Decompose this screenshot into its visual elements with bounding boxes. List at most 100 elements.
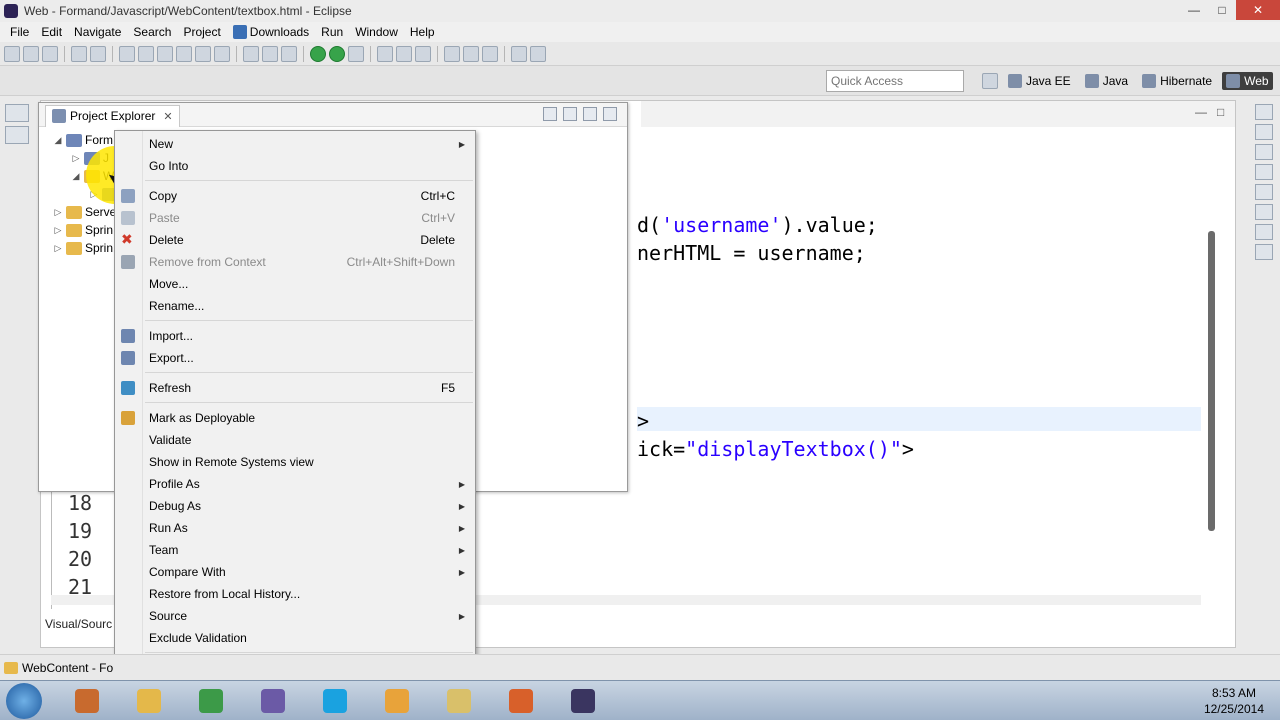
taskbar-explorer-button[interactable] xyxy=(434,684,484,718)
menu-item-team[interactable]: Team ▶ xyxy=(115,539,475,561)
prev-edit-icon[interactable] xyxy=(463,45,479,62)
maximize-button[interactable]: □ xyxy=(1208,0,1236,20)
visual-source-tab[interactable]: Visual/Sourc xyxy=(45,617,112,631)
menu-item-validate[interactable]: Validate xyxy=(115,429,475,451)
perspective-hibernate[interactable]: Hibernate xyxy=(1138,72,1216,90)
restore-button-3[interactable] xyxy=(1255,224,1273,240)
search-icon[interactable] xyxy=(281,45,297,62)
quick-access-input[interactable] xyxy=(826,70,964,92)
tree-item[interactable]: ▷ Sprin xyxy=(53,239,121,257)
tree-item[interactable]: ▷ Sprin xyxy=(53,221,121,239)
menu-window[interactable]: Window xyxy=(349,25,404,39)
expanded-arrow-icon[interactable]: ◢ xyxy=(53,135,63,146)
menu-item-go-into[interactable]: Go Into xyxy=(115,155,475,177)
restore-button[interactable] xyxy=(1255,104,1273,120)
minimized-view-button[interactable] xyxy=(5,126,29,144)
external-tools-icon[interactable] xyxy=(348,45,364,62)
menu-item-mark-as-deployable[interactable]: Mark as Deployable xyxy=(115,407,475,429)
system-clock[interactable]: 8:53 AM 12/25/2014 xyxy=(1204,685,1264,717)
restore-button-2[interactable] xyxy=(1255,184,1273,200)
menu-item-rename[interactable]: Rename... xyxy=(115,295,475,317)
open-type-icon[interactable] xyxy=(243,45,259,62)
servers-view-icon[interactable] xyxy=(1255,244,1273,260)
minimize-editor-icon[interactable]: — xyxy=(1195,105,1207,119)
collapsed-arrow-icon[interactable]: ▷ xyxy=(53,243,63,254)
menu-run[interactable]: Run xyxy=(315,25,349,39)
scrollbar-thumb[interactable] xyxy=(1208,231,1215,531)
taskbar-app-button[interactable] xyxy=(248,684,298,718)
minimize-button[interactable]: — xyxy=(1180,0,1208,20)
outline-view-icon[interactable] xyxy=(1255,124,1273,140)
taskbar-messenger-button[interactable] xyxy=(372,684,422,718)
taskbar-file-manager-button[interactable] xyxy=(124,684,174,718)
menu-item-delete[interactable]: ✖ Delete Delete xyxy=(115,229,475,251)
menu-item-show-in-remote-systems-view[interactable]: Show in Remote Systems view xyxy=(115,451,475,473)
taskbar-firefox-button[interactable] xyxy=(496,684,546,718)
open-browser-icon[interactable] xyxy=(530,45,546,62)
menu-item-refresh[interactable]: Refresh F5 xyxy=(115,377,475,399)
taskbar-eclipse-button[interactable] xyxy=(558,684,608,718)
menu-item-export[interactable]: Export... xyxy=(115,347,475,369)
annotation-icon[interactable] xyxy=(444,45,460,62)
menu-item-profile-as[interactable]: Profile As ▶ xyxy=(115,473,475,495)
menu-help[interactable]: Help xyxy=(404,25,441,39)
new-class-icon[interactable] xyxy=(157,45,173,62)
menu-file[interactable]: File xyxy=(4,25,35,39)
expanded-arrow-icon[interactable]: ◢ xyxy=(71,171,81,182)
menu-item-restore-from-local-history[interactable]: Restore from Local History... xyxy=(115,583,475,605)
refresh-icon[interactable] xyxy=(377,45,393,62)
new-html-icon[interactable] xyxy=(195,45,211,62)
menu-edit[interactable]: Edit xyxy=(35,25,68,39)
menu-item-debug-as[interactable]: Debug As ▶ xyxy=(115,495,475,517)
back-icon[interactable] xyxy=(396,45,412,62)
taskbar-skype-button[interactable] xyxy=(310,684,360,718)
debug-icon[interactable] xyxy=(310,45,326,62)
menu-item-import[interactable]: Import... xyxy=(115,325,475,347)
link-icon[interactable] xyxy=(511,45,527,62)
collapsed-arrow-icon[interactable]: ▷ xyxy=(53,225,63,236)
collapse-all-icon[interactable] xyxy=(543,107,557,121)
close-button[interactable]: ✕ xyxy=(1236,0,1280,20)
new-icon[interactable] xyxy=(4,45,20,62)
menu-item-source[interactable]: Source ▶ xyxy=(115,605,475,627)
open-perspective-icon[interactable] xyxy=(982,73,998,89)
menu-navigate[interactable]: Navigate xyxy=(68,25,127,39)
minimize-view-icon[interactable] xyxy=(603,107,617,121)
new-project-icon[interactable] xyxy=(138,45,154,62)
build-icon[interactable] xyxy=(90,45,106,62)
new-interface-icon[interactable] xyxy=(176,45,192,62)
print-icon[interactable] xyxy=(71,45,87,62)
link-editor-icon[interactable] xyxy=(563,107,577,121)
start-button[interactable] xyxy=(6,683,42,719)
tasks-view-icon[interactable] xyxy=(1255,144,1273,160)
menu-item-exclude-validation[interactable]: Exclude Validation xyxy=(115,627,475,649)
perspective-web[interactable]: Web xyxy=(1222,72,1273,90)
perspective-java-ee[interactable]: Java EE xyxy=(1004,72,1075,90)
run-icon[interactable] xyxy=(329,45,345,62)
menu-item-run-as[interactable]: Run As ▶ xyxy=(115,517,475,539)
palette-view-icon[interactable] xyxy=(1255,164,1273,180)
menu-search[interactable]: Search xyxy=(127,25,177,39)
taskbar-media-player-button[interactable] xyxy=(62,684,112,718)
menu-project[interactable]: Project xyxy=(177,25,226,39)
taskbar-chrome-button[interactable] xyxy=(186,684,236,718)
perspective-java[interactable]: Java xyxy=(1081,72,1132,90)
new-server-icon[interactable] xyxy=(119,45,135,62)
maximize-editor-icon[interactable]: □ xyxy=(1217,105,1224,119)
close-tab-icon[interactable]: ✕ xyxy=(163,110,172,123)
project-explorer-tab[interactable]: Project Explorer ✕ xyxy=(45,104,180,127)
menu-item-new[interactable]: New ▶ xyxy=(115,133,475,155)
collapsed-arrow-icon[interactable]: ▷ xyxy=(53,207,63,218)
menu-item-compare-with[interactable]: Compare With ▶ xyxy=(115,561,475,583)
source-code[interactable]: d('username').value; nerHTML = username; … xyxy=(637,211,914,463)
forward-icon[interactable] xyxy=(415,45,431,62)
menu-downloads[interactable]: Downloads xyxy=(227,25,315,39)
tree-item[interactable]: ▷ Serve xyxy=(53,203,121,221)
vertical-scrollbar[interactable] xyxy=(1205,131,1219,591)
collapsed-arrow-icon[interactable]: ▷ xyxy=(71,153,81,164)
menu-item-copy[interactable]: Copy Ctrl+C xyxy=(115,185,475,207)
open-task-icon[interactable] xyxy=(262,45,278,62)
save-all-icon[interactable] xyxy=(42,45,58,62)
restore-view-button[interactable] xyxy=(5,104,29,122)
save-icon[interactable] xyxy=(23,45,39,62)
